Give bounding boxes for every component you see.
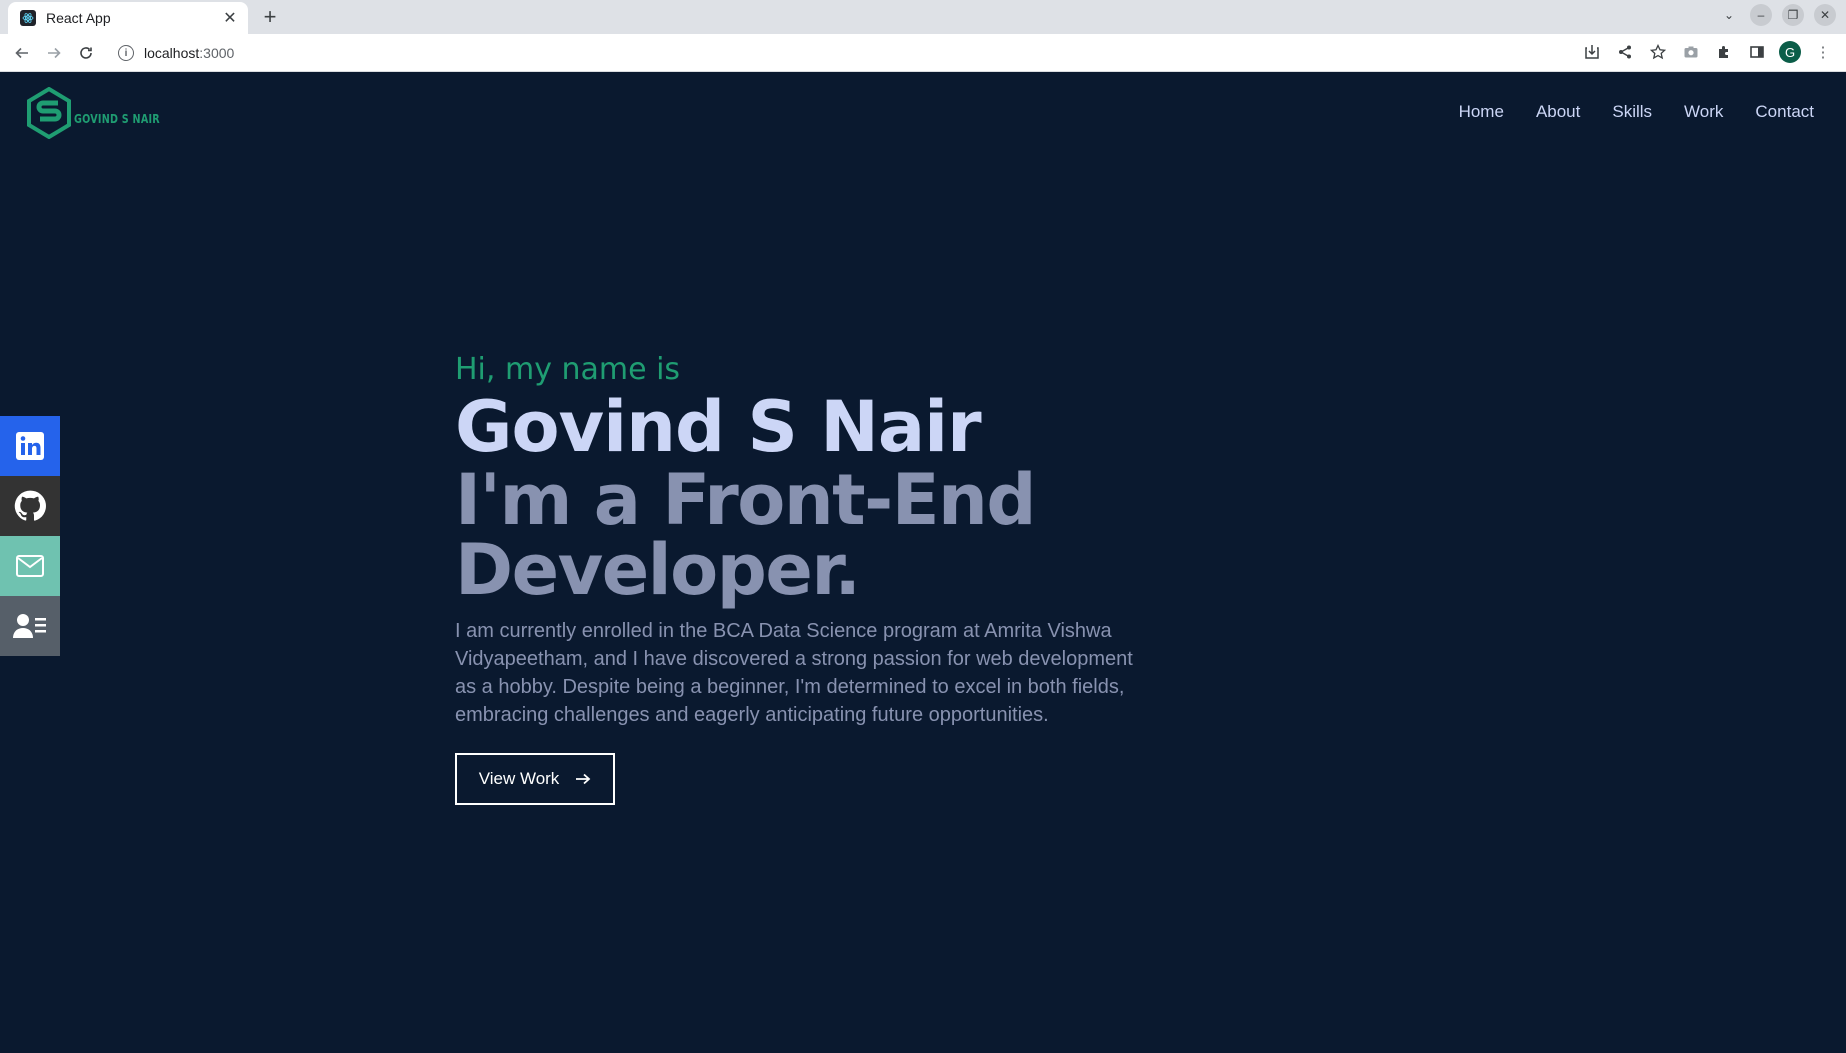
view-work-button[interactable]: View Work (455, 753, 615, 805)
portfolio-page: GOVIND S NAIR Home About Skills Work Con… (0, 72, 1846, 1053)
nav-work[interactable]: Work (1684, 102, 1723, 122)
tab-close-icon[interactable]: ✕ (220, 8, 240, 28)
new-tab-button[interactable]: + (258, 5, 282, 29)
nav-contact[interactable]: Contact (1755, 102, 1814, 122)
view-work-label: View Work (478, 769, 560, 788)
email-link[interactable] (0, 536, 60, 596)
hero-role: I'm a Front-End Developer. (455, 459, 1036, 611)
linkedin-link[interactable] (0, 416, 60, 476)
browser-menu-icon[interactable]: ⋮ (1812, 41, 1834, 63)
tab-search-chevron-icon[interactable]: ⌄ (1718, 4, 1740, 26)
logo-text: GOVIND S NAIR (74, 112, 160, 126)
extensions-puzzle-icon[interactable] (1713, 41, 1735, 63)
window-controls: ⌄ – ❐ ✕ (1718, 4, 1836, 26)
forward-icon[interactable] (42, 41, 66, 65)
screenshot-camera-icon[interactable] (1680, 41, 1702, 63)
install-app-icon[interactable] (1581, 41, 1603, 63)
close-window-button[interactable]: ✕ (1814, 4, 1836, 26)
browser-tab-bar: React App ✕ + ⌄ – ❐ ✕ (0, 0, 1846, 34)
main-nav: Home About Skills Work Contact (1459, 102, 1814, 122)
side-panel-icon[interactable] (1746, 41, 1768, 63)
nav-home[interactable]: Home (1459, 102, 1504, 122)
react-favicon-icon (20, 10, 36, 26)
browser-tab[interactable]: React App ✕ (8, 2, 248, 34)
social-sidebar (0, 416, 60, 656)
arrow-right-icon (576, 773, 591, 785)
hero-section: Hi, my name is Govind S Nair I'm a Front… (455, 352, 1455, 805)
resume-icon (13, 614, 46, 638)
github-link[interactable] (0, 476, 60, 536)
hero-bio: I am currently enrolled in the BCA Data … (455, 620, 1133, 726)
toolbar-actions: G ⋮ (1581, 41, 1834, 63)
url-text: localhost:3000 (144, 45, 235, 61)
nav-about[interactable]: About (1536, 102, 1580, 122)
tab-title: React App (46, 10, 111, 26)
hero-intro: Hi, my name is (455, 352, 681, 387)
minimize-button[interactable]: – (1750, 4, 1772, 26)
resume-link[interactable] (0, 596, 60, 656)
restore-button[interactable]: ❐ (1782, 4, 1804, 26)
reload-icon[interactable] (74, 41, 98, 65)
site-logo[interactable]: GOVIND S NAIR (26, 87, 181, 139)
linkedin-icon (16, 432, 44, 460)
bookmark-star-icon[interactable] (1647, 41, 1669, 63)
nav-skills[interactable]: Skills (1612, 102, 1652, 122)
browser-toolbar: i localhost:3000 G ⋮ (0, 34, 1846, 72)
logo-hexagon-icon (27, 87, 71, 139)
site-info-icon[interactable]: i (118, 45, 134, 61)
mail-icon (16, 555, 44, 577)
back-icon[interactable] (10, 41, 34, 65)
share-icon[interactable] (1614, 41, 1636, 63)
address-bar[interactable]: i localhost:3000 (108, 37, 1568, 69)
hero-name: Govind S Nair (455, 386, 982, 468)
profile-avatar[interactable]: G (1779, 41, 1801, 63)
github-icon (14, 490, 46, 521)
